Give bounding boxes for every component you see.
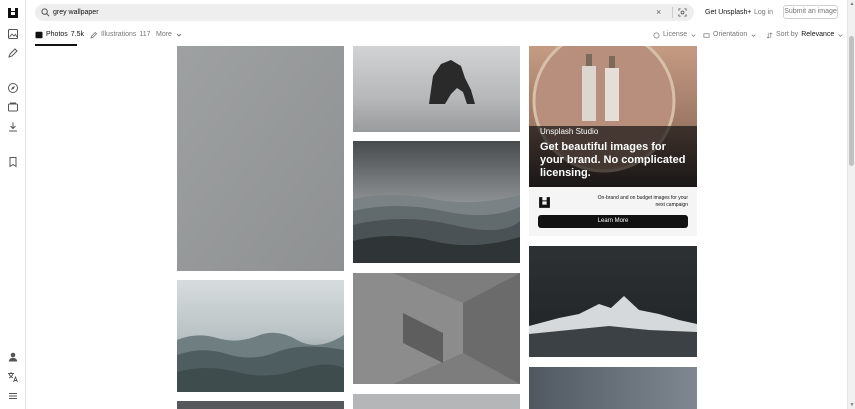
scroll-up-icon[interactable]: ▲ xyxy=(849,1,855,7)
tab-more[interactable]: More xyxy=(156,30,183,40)
photo-partial-light[interactable] xyxy=(353,394,520,409)
collections-icon[interactable] xyxy=(7,101,19,113)
search-bar[interactable]: grey wallpaper × xyxy=(35,4,694,21)
tab-illustrations-count: 117 xyxy=(139,31,151,38)
language-icon[interactable] xyxy=(7,371,19,383)
unsplash-logo-icon xyxy=(539,197,550,208)
sort-icon xyxy=(766,31,773,39)
login-link[interactable]: Log in xyxy=(754,8,773,18)
photo-stormy-sea[interactable] xyxy=(177,280,344,392)
ad-brand: Unsplash Studio xyxy=(540,127,598,137)
photo-grey-paper-texture[interactable] xyxy=(177,46,344,271)
photo-sea-stack-rock[interactable] xyxy=(353,46,520,132)
photo-grey-textured-hexagon[interactable] xyxy=(353,273,520,384)
profile-icon[interactable] xyxy=(7,351,19,363)
license-filter[interactable]: License xyxy=(653,30,697,40)
chevron-down-icon xyxy=(691,33,696,37)
scroll-down-icon[interactable]: ▼ xyxy=(849,402,855,408)
menu-icon[interactable] xyxy=(7,390,19,402)
bookmark-icon[interactable] xyxy=(7,156,19,168)
license-icon xyxy=(653,32,660,38)
submit-image-button[interactable]: Submit an image xyxy=(783,5,838,19)
ad-tagline: On-brand and on budget images for your n… xyxy=(597,195,688,208)
page-scrollbar[interactable]: ▲ ▼ xyxy=(847,0,855,409)
search-icon[interactable] xyxy=(41,8,50,17)
search-divider xyxy=(672,7,673,18)
unsplash-logo-icon[interactable] xyxy=(7,7,19,19)
top-bar: grey wallpaper × Get Unsplash+ Log in Su… xyxy=(26,0,847,26)
ad-headline: Get beautiful images for your brand. No … xyxy=(540,141,686,179)
ad-brand-suffix: Studio xyxy=(575,127,599,136)
get-unsplash-plus-link[interactable]: Get Unsplash+ xyxy=(705,8,752,18)
photos-tab-icon xyxy=(35,31,43,39)
tab-photos-label: Photos xyxy=(46,31,68,38)
tab-illustrations-label: Illustrations xyxy=(101,31,137,38)
tab-illustrations[interactable]: Illustrations 117 xyxy=(90,30,151,40)
orientation-icon xyxy=(703,32,710,38)
ad-brand-name: Unsplash xyxy=(540,127,574,136)
active-tab-indicator xyxy=(35,44,77,46)
visual-search-icon[interactable] xyxy=(678,8,687,17)
sort-prefix: Sort by xyxy=(776,31,799,38)
tab-photos[interactable]: Photos 7.5k xyxy=(35,30,84,40)
chevron-down-icon xyxy=(751,33,756,37)
learn-more-button[interactable]: Learn More xyxy=(538,215,688,228)
left-sidebar xyxy=(0,0,26,409)
photo-partial-dark[interactable] xyxy=(177,401,344,409)
photo-partial-sky[interactable] xyxy=(529,367,697,409)
chevron-down-icon xyxy=(176,33,182,37)
orientation-filter[interactable]: Orientation xyxy=(703,30,757,40)
illustrations-tab-icon xyxy=(90,31,98,39)
sort-value: Relevance xyxy=(801,31,835,38)
clear-icon[interactable]: × xyxy=(656,7,661,18)
explore-icon[interactable] xyxy=(7,82,19,94)
unsplash-studio-ad[interactable]: Unsplash Studio Get beautiful images for… xyxy=(529,46,697,236)
illustrations-icon[interactable] xyxy=(7,47,19,59)
orientation-label: Orientation xyxy=(713,31,748,38)
media-tabs: Photos 7.5k Illustrations 117 More Licen… xyxy=(26,26,847,46)
photo-snowy-mountain-night[interactable] xyxy=(529,246,697,357)
tab-more-label: More xyxy=(156,31,172,38)
photos-icon[interactable] xyxy=(7,28,19,40)
chevron-down-icon xyxy=(838,33,843,37)
scrollbar-thumb[interactable] xyxy=(849,36,854,166)
tab-photos-count: 7.5k xyxy=(70,31,85,38)
sort-filter[interactable]: Sort by Relevance xyxy=(766,30,844,40)
download-icon[interactable] xyxy=(7,121,19,133)
search-input[interactable]: grey wallpaper xyxy=(53,7,99,18)
license-label: License xyxy=(663,31,688,38)
photo-misty-mountain-layers[interactable] xyxy=(353,141,520,263)
